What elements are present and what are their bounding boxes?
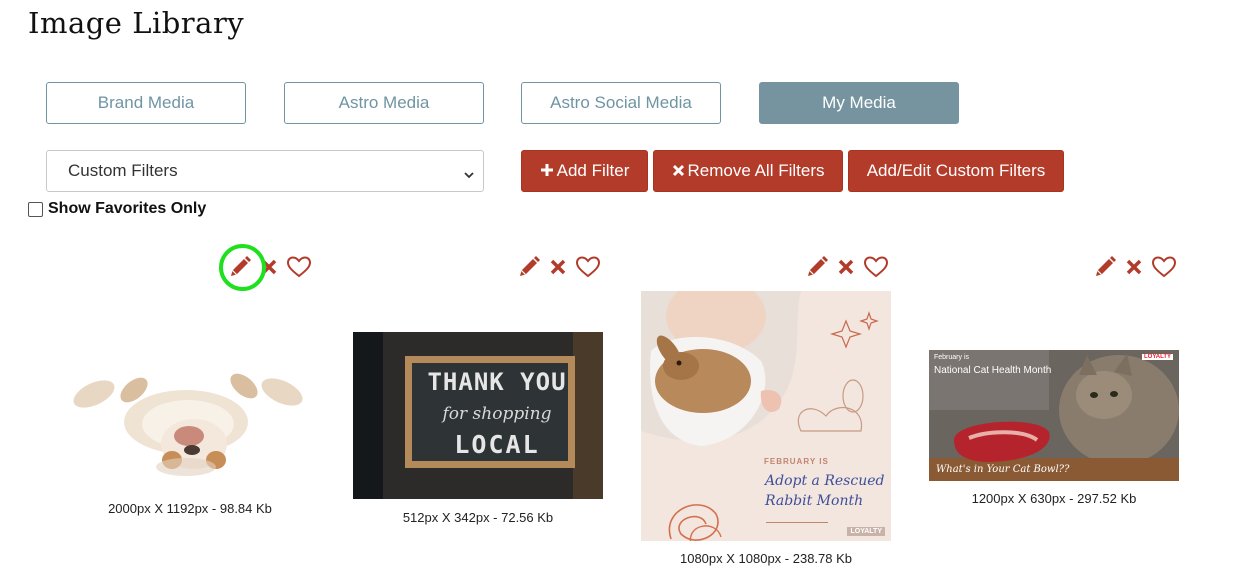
add-filter-button[interactable]: Add Filter — [521, 150, 648, 192]
image-thumbnail-chalkboard[interactable]: THANK YOU for shopping LOCAL — [353, 332, 603, 499]
edit-pencil-icon[interactable] — [1093, 255, 1117, 279]
cat-headline: National Cat Health Month — [934, 365, 1052, 376]
image-thumbnail-bulldog[interactable] — [64, 362, 309, 484]
favorite-heart-icon[interactable] — [286, 255, 312, 279]
image-thumbnail-cat[interactable]: February is National Cat Health Month Wh… — [929, 350, 1179, 481]
edit-pencil-icon[interactable] — [805, 255, 829, 279]
chevron-down-icon — [463, 166, 475, 186]
edit-highlight-ring — [219, 244, 266, 291]
tab-astro-social-media[interactable]: Astro Social Media — [521, 82, 721, 124]
cat-footer-text: What's in Your Cat Bowl?? — [936, 464, 1070, 475]
edit-pencil-icon[interactable] — [517, 255, 541, 279]
image-caption: 1200px X 630px - 297.52 Kb — [971, 491, 1137, 506]
x-icon — [672, 161, 685, 182]
rabbit-brand-text: LOYALTY — [847, 527, 885, 536]
add-filter-label: Add Filter — [556, 161, 630, 180]
sign-line-3: LOCAL — [454, 430, 540, 459]
remove-all-filters-label: Remove All Filters — [687, 161, 825, 180]
cat-brand-text: LOYALTY — [1141, 354, 1173, 360]
rabbit-lead-text: FEBRUARY IS — [764, 457, 829, 466]
add-edit-custom-filters-button[interactable]: Add/Edit Custom Filters — [848, 150, 1064, 192]
favorite-heart-icon[interactable] — [1151, 255, 1177, 279]
show-favorites-label: Show Favorites Only — [48, 200, 207, 217]
image-actions — [517, 255, 601, 279]
image-actions — [805, 255, 889, 279]
rabbit-headline-2: Rabbit Month — [765, 493, 864, 509]
rabbit-headline-1: Adopt a Rescued — [765, 473, 885, 489]
delete-x-icon[interactable] — [837, 258, 855, 276]
add-edit-custom-filters-label: Add/Edit Custom Filters — [866, 161, 1046, 180]
cat-lead-text: February is — [934, 354, 970, 361]
sign-line-1: THANK YOU — [427, 368, 567, 396]
show-favorites-toggle[interactable]: Show Favorites Only — [28, 200, 206, 218]
remove-all-filters-button[interactable]: Remove All Filters — [653, 150, 843, 192]
delete-x-icon[interactable] — [549, 258, 567, 276]
tab-brand-media[interactable]: Brand Media — [46, 82, 246, 124]
image-actions — [1093, 255, 1177, 279]
favorite-heart-icon[interactable] — [575, 255, 601, 279]
sign-line-2: for shopping — [442, 404, 552, 424]
image-caption: 512px X 342px - 72.56 Kb — [402, 510, 554, 525]
show-favorites-checkbox[interactable] — [28, 201, 43, 217]
tab-my-media[interactable]: My Media — [759, 82, 959, 124]
delete-x-icon[interactable] — [1125, 258, 1143, 276]
image-thumbnail-rabbit[interactable]: FEBRUARY IS Adopt a Rescued Rabbit Month… — [641, 291, 891, 541]
image-caption: 2000px X 1192px - 98.84 Kb — [108, 501, 272, 516]
page-title: Image Library — [28, 6, 245, 40]
tab-astro-media[interactable]: Astro Media — [284, 82, 484, 124]
favorite-heart-icon[interactable] — [863, 255, 889, 279]
image-caption: 1080px X 1080px - 238.78 Kb — [679, 551, 853, 566]
plus-icon — [540, 161, 554, 182]
custom-filters-select[interactable]: Custom Filters — [46, 150, 484, 192]
custom-filters-select-value: Custom Filters — [68, 161, 178, 180]
